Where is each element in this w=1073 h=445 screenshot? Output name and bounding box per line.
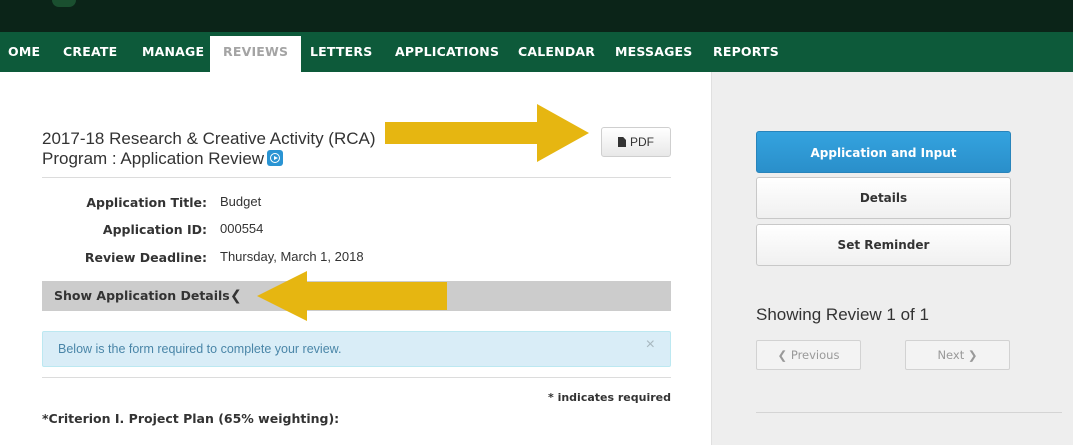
nav-item-reviews[interactable]: REVIEWS <box>210 36 302 72</box>
set-reminder-button[interactable]: Set Reminder <box>756 224 1011 266</box>
chevron-left-icon: ❮ <box>777 348 788 362</box>
nav-item-applications[interactable]: APPLICATIONS <box>395 32 499 72</box>
application-id-value: 000554 <box>220 221 264 236</box>
page-title-line2: Program : Application Review <box>42 149 402 169</box>
nav-item-create[interactable]: CREATE <box>63 32 117 72</box>
play-video-icon[interactable] <box>267 150 284 166</box>
application-title-label: Application Title: <box>86 195 207 210</box>
review-counter: Showing Review 1 of 1 <box>756 305 929 324</box>
previous-button[interactable]: ❮ Previous <box>756 340 861 370</box>
application-title-value: Budget <box>220 194 262 209</box>
nav-item-letters[interactable]: LETTERS <box>310 32 372 72</box>
sidebar-divider <box>756 412 1062 413</box>
previous-button-label: Previous <box>790 348 840 362</box>
application-and-input-button[interactable]: Application and Input <box>756 131 1011 173</box>
document-icon <box>618 137 626 147</box>
pdf-button[interactable]: PDF <box>601 127 671 157</box>
details-button[interactable]: Details <box>756 177 1011 219</box>
divider <box>42 377 671 378</box>
show-application-details-toggle[interactable]: Show Application Details ❮ <box>42 281 671 311</box>
required-note: * indicates required <box>548 391 671 404</box>
annotation-arrow-right-icon <box>385 104 589 162</box>
review-deadline-label: Review Deadline: <box>84 250 207 265</box>
nav-item-manage[interactable]: MANAGE <box>142 32 204 72</box>
review-deadline-value: Thursday, March 1, 2018 <box>220 249 364 264</box>
nav-item-calendar[interactable]: CALENDAR <box>518 32 595 72</box>
chevron-right-icon: ❯ <box>967 348 978 362</box>
criterion-label: *Criterion I. Project Plan (65% weightin… <box>42 411 340 426</box>
application-id-label: Application ID: <box>102 222 207 237</box>
close-icon[interactable]: × <box>646 332 655 358</box>
pdf-button-label: PDF <box>630 135 654 149</box>
alert-text: Below is the form required to complete y… <box>58 342 342 356</box>
chevron-left-icon: ❮ <box>230 288 242 304</box>
divider <box>42 177 671 178</box>
nav-item-messages[interactable]: MESSAGES <box>615 32 693 72</box>
show-application-details-label: Show Application Details <box>54 288 230 303</box>
top-header-bar <box>0 0 1073 32</box>
next-button-label: Next <box>937 348 965 362</box>
next-button[interactable]: Next ❯ <box>905 340 1010 370</box>
logo-icon <box>52 0 76 7</box>
main-nav: OME CREATE MANAGE REVIEWS LETTERS APPLIC… <box>0 32 1073 72</box>
page-title: 2017-18 Research & Creative Activity (RC… <box>42 129 402 169</box>
page-title-line2-text: Program : Application Review <box>42 149 265 168</box>
page-title-line1: 2017-18 Research & Creative Activity (RC… <box>42 129 376 148</box>
nav-item-reports[interactable]: REPORTS <box>713 32 779 72</box>
info-alert: Below is the form required to complete y… <box>42 331 671 367</box>
nav-item-home[interactable]: OME <box>8 32 40 72</box>
